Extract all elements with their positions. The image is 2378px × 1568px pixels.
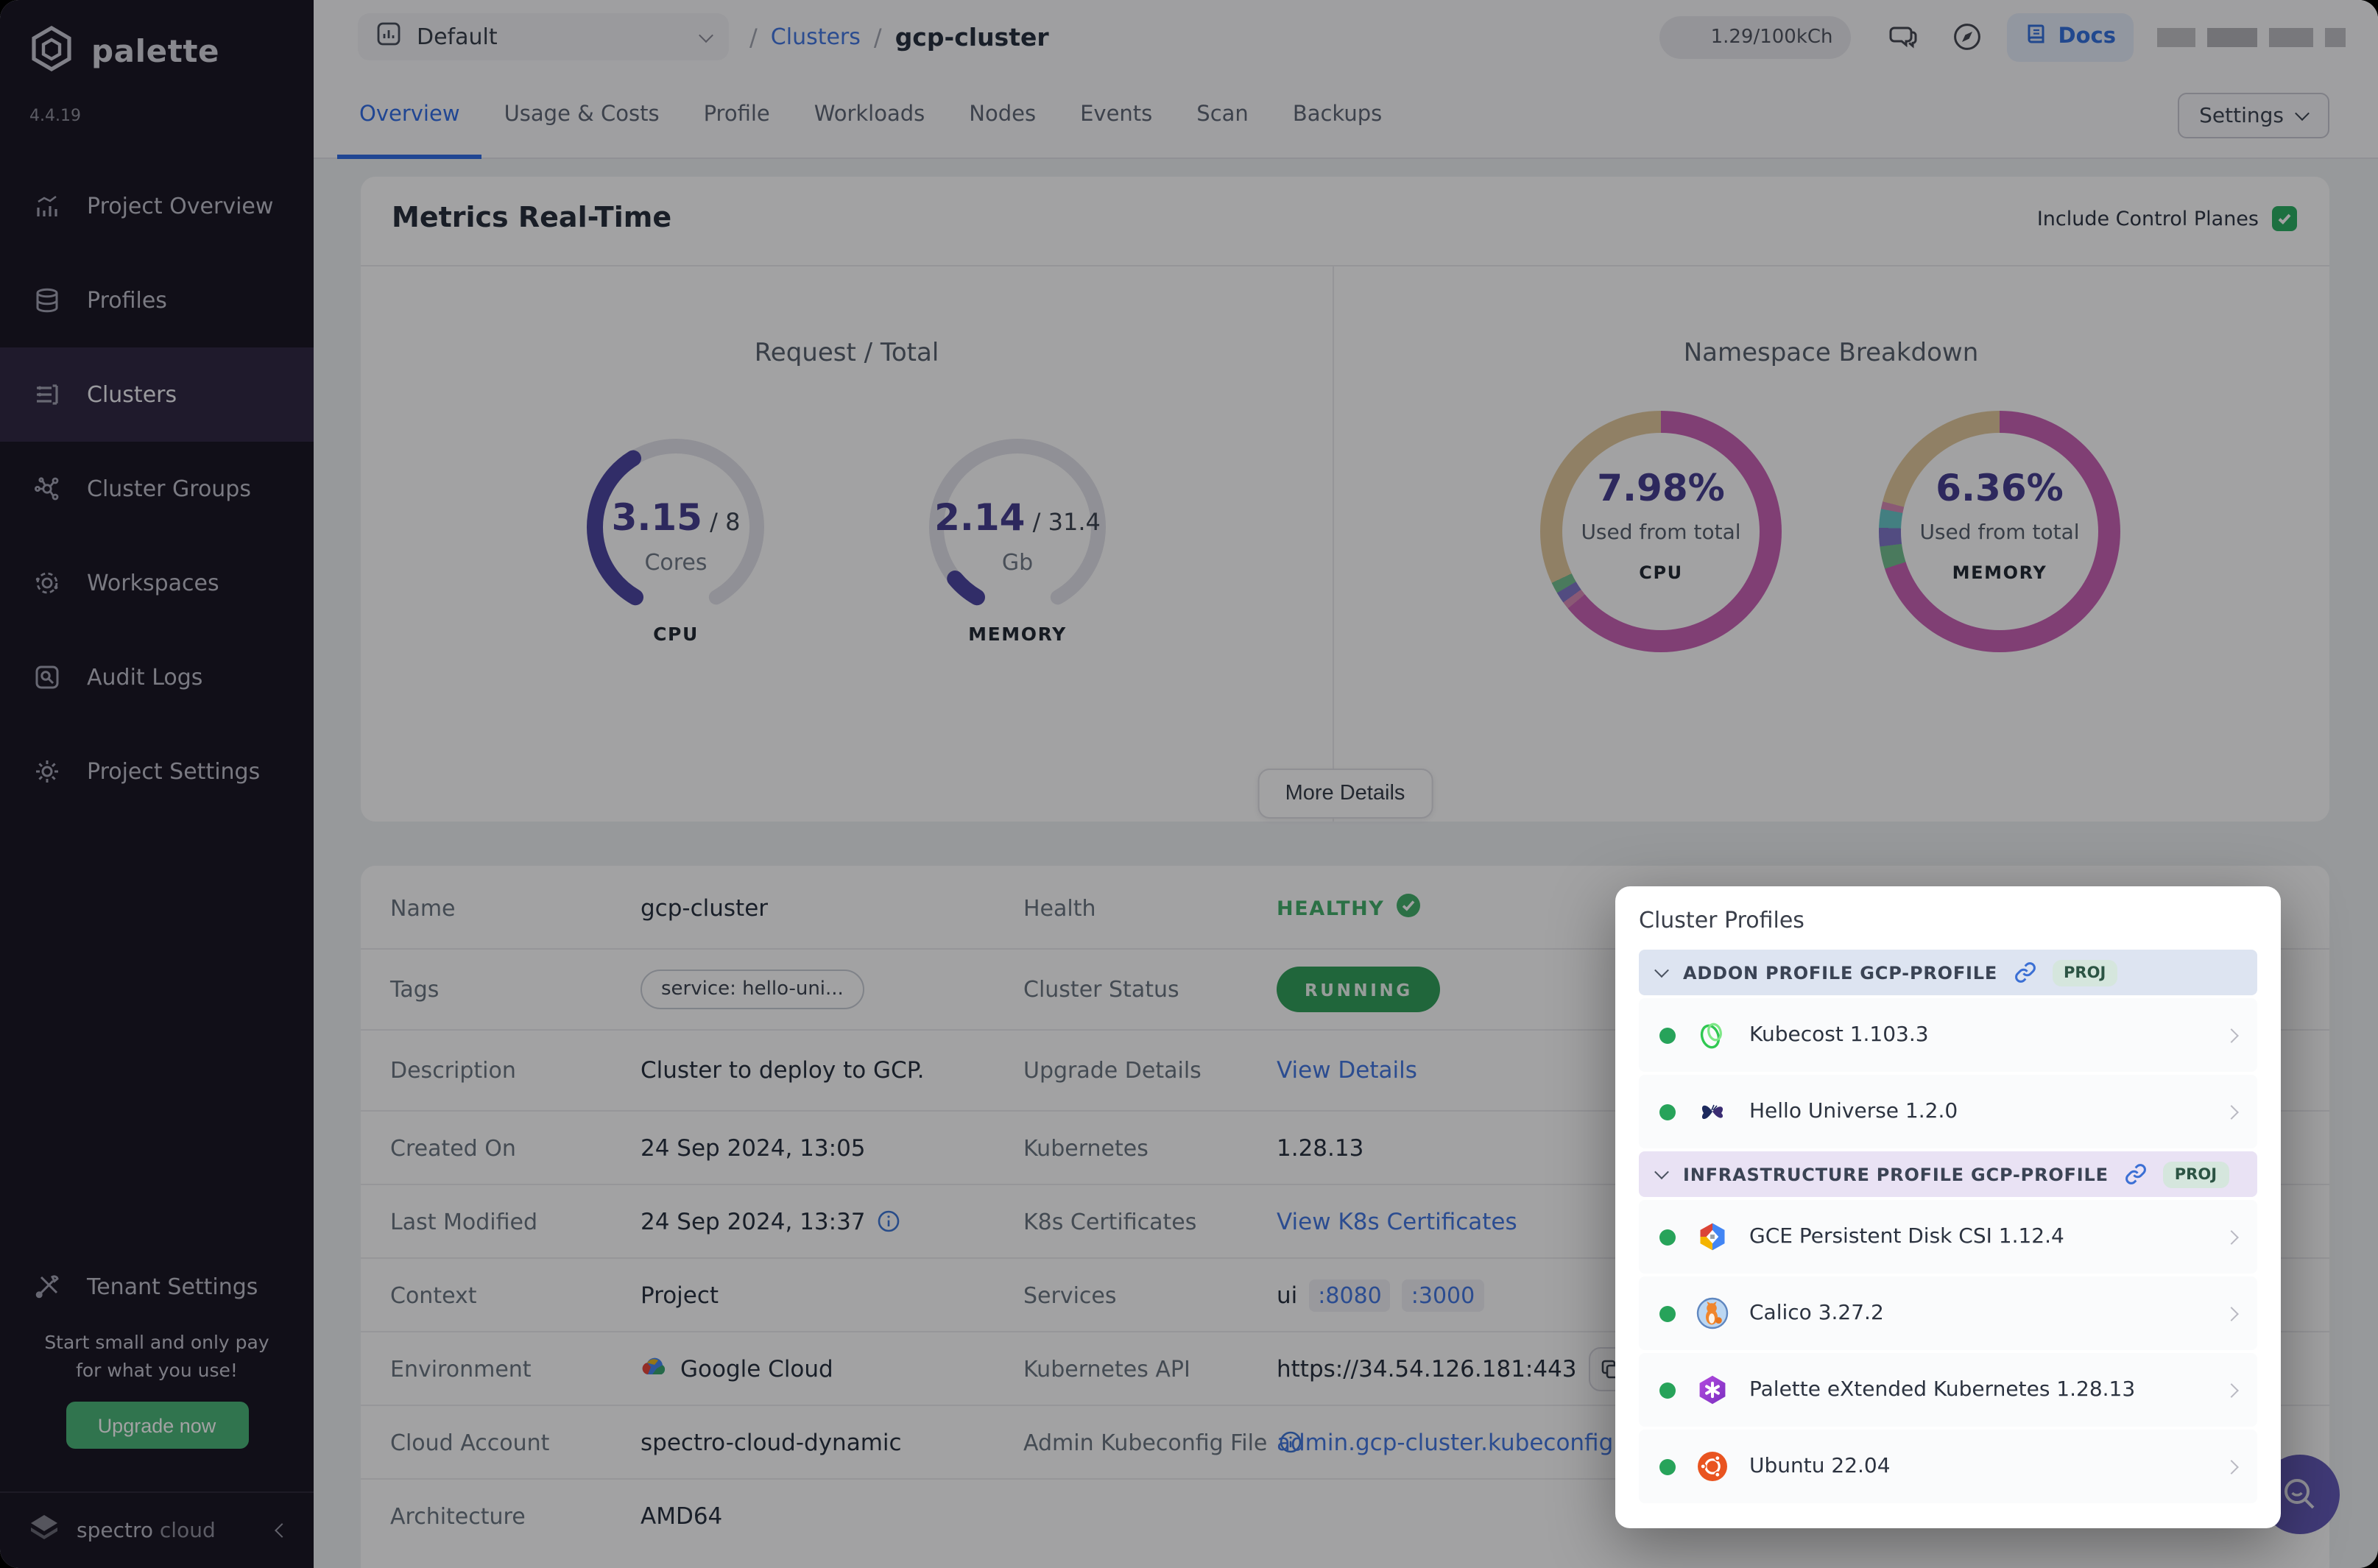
chevron-right-icon <box>2224 1382 2239 1397</box>
gce-persistent-disk-logo-icon <box>1695 1219 1730 1254</box>
calico-logo-icon <box>1695 1296 1730 1331</box>
chevron-right-icon <box>2224 1306 2239 1321</box>
profile-layer-gce-pd-csi[interactable]: GCE Persistent Disk CSI 1.12.4 <box>1639 1200 2257 1274</box>
proj-scope-badge: PROJ <box>2052 959 2118 986</box>
cluster-profiles-panel: Cluster Profiles ADDON PROFILE GCP-PROFI… <box>1615 886 2281 1528</box>
link-icon <box>2014 961 2036 983</box>
status-dot <box>1659 1229 1676 1245</box>
layer-name: Ubuntu 22.04 <box>1749 1455 1891 1478</box>
layer-name: GCE Persistent Disk CSI 1.12.4 <box>1749 1225 2064 1249</box>
addon-profile-header[interactable]: ADDON PROFILE GCP-PROFILE PROJ <box>1639 950 2257 995</box>
chevron-right-icon <box>2224 1229 2239 1244</box>
status-dot <box>1659 1458 1676 1475</box>
layer-name: Calico 3.27.2 <box>1749 1302 1884 1325</box>
link-icon <box>2125 1163 2147 1185</box>
status-dot <box>1659 1382 1676 1398</box>
layer-name: Kubecost 1.103.3 <box>1749 1023 1929 1047</box>
infrastructure-profile-title: INFRASTRUCTURE PROFILE GCP-PROFILE <box>1683 1164 2109 1184</box>
status-dot <box>1659 1027 1676 1043</box>
status-dot <box>1659 1305 1676 1321</box>
pxk-logo-icon <box>1695 1372 1730 1408</box>
panel-title: Cluster Profiles <box>1639 907 1804 933</box>
profile-layer-ubuntu[interactable]: Ubuntu 22.04 <box>1639 1430 2257 1503</box>
chevron-right-icon <box>2224 1459 2239 1474</box>
infrastructure-profile-header[interactable]: INFRASTRUCTURE PROFILE GCP-PROFILE PROJ <box>1639 1151 2257 1197</box>
profile-layer-kubecost[interactable]: Kubecost 1.103.3 <box>1639 998 2257 1072</box>
chevron-right-icon <box>2224 1104 2239 1119</box>
hello-universe-logo-icon <box>1695 1094 1730 1129</box>
layer-name: Palette eXtended Kubernetes 1.28.13 <box>1749 1378 2136 1402</box>
proj-scope-badge: PROJ <box>2162 1161 2229 1187</box>
chevron-right-icon <box>2224 1028 2239 1042</box>
profile-layer-calico[interactable]: Calico 3.27.2 <box>1639 1276 2257 1350</box>
kubecost-logo-icon <box>1695 1017 1730 1053</box>
palette-app: palette 4.4.19 Project Overview Profiles… <box>0 0 2378 1568</box>
addon-profile-title: ADDON PROFILE GCP-PROFILE <box>1683 962 1998 983</box>
profile-layer-palette-extended-kubernetes[interactable]: Palette eXtended Kubernetes 1.28.13 <box>1639 1353 2257 1427</box>
profile-layer-hello-universe[interactable]: Hello Universe 1.2.0 <box>1639 1075 2257 1148</box>
ubuntu-logo-icon <box>1695 1449 1730 1484</box>
chevron-down-icon <box>1654 1165 1669 1180</box>
layer-name: Hello Universe 1.2.0 <box>1749 1100 1958 1123</box>
status-dot <box>1659 1103 1676 1120</box>
chevron-down-icon <box>1654 963 1669 978</box>
